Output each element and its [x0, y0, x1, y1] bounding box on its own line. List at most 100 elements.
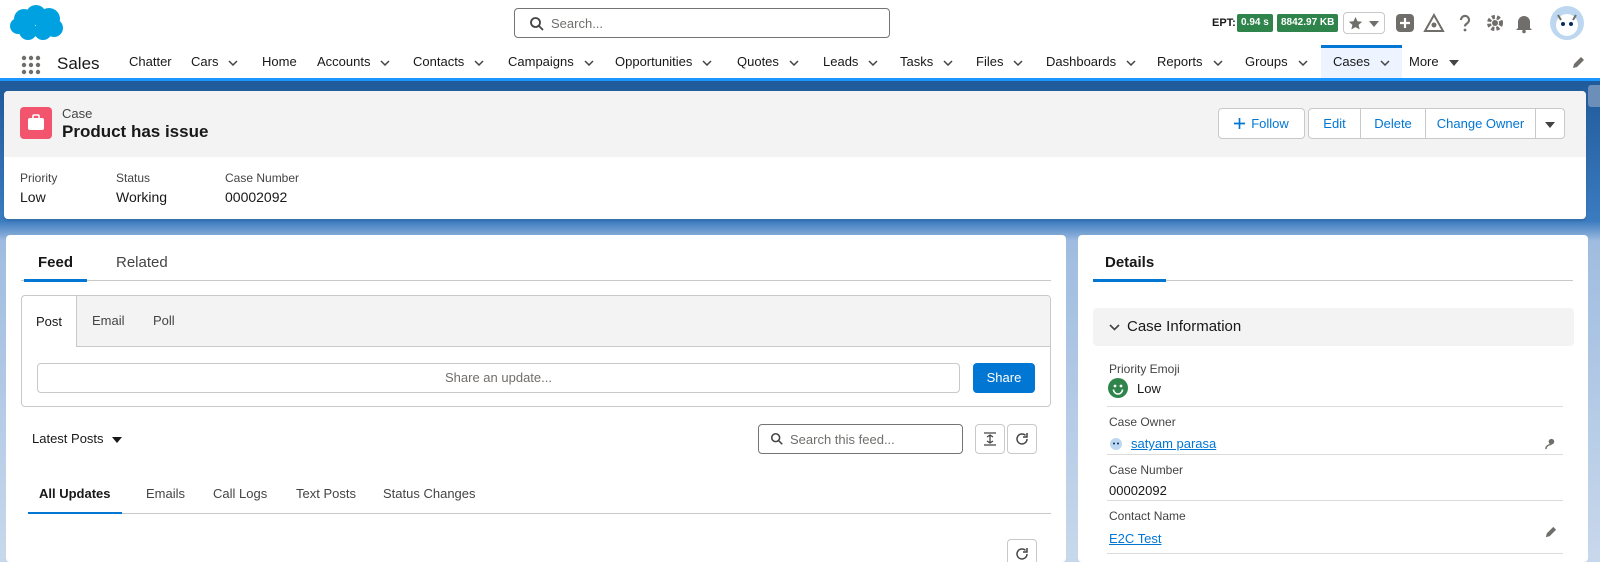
field-value: 00002092	[1109, 483, 1167, 498]
user-avatar[interactable]	[1550, 6, 1584, 40]
chevron-down-icon[interactable]	[584, 60, 594, 66]
refresh-feed-button[interactable]	[1007, 424, 1037, 454]
case-information-section-header[interactable]: Case Information	[1093, 308, 1574, 346]
search-icon	[530, 17, 544, 31]
help-icon[interactable]	[1454, 12, 1476, 34]
nav-item-label: Files	[976, 54, 1004, 69]
nav-item-files[interactable]: Files	[976, 45, 1023, 78]
global-search-input[interactable]: Search...	[514, 8, 890, 38]
field-label: Priority Emoji	[1109, 362, 1180, 376]
nav-item-label: More	[1409, 54, 1439, 69]
collapse-all-button[interactable]	[975, 424, 1005, 454]
publisher-tab-post[interactable]: Post	[22, 296, 77, 347]
filter-tab-call-logs[interactable]: Call Logs	[213, 486, 267, 501]
nav-item-contacts[interactable]: Contacts	[413, 45, 484, 78]
sort-latest-posts-dropdown[interactable]: Latest Posts	[32, 431, 122, 446]
app-name: Sales	[57, 54, 100, 73]
edit-nav-pencil-icon[interactable]	[1571, 56, 1585, 70]
case-object-icon	[20, 107, 52, 139]
edit-button[interactable]: Edit	[1308, 108, 1361, 139]
chevron-down-icon[interactable]	[1380, 60, 1390, 66]
gear-icon[interactable]	[1484, 12, 1506, 34]
nav-item-quotes[interactable]: Quotes	[737, 45, 799, 78]
app-launcher-icon[interactable]	[21, 55, 41, 75]
chevron-down-icon[interactable]	[943, 60, 953, 66]
nav-item-cars[interactable]: Cars	[191, 45, 238, 78]
follow-label: Follow	[1251, 116, 1289, 131]
caret-down-icon	[1545, 121, 1555, 128]
nav-item-groups[interactable]: Groups	[1245, 45, 1308, 78]
chevron-down-icon[interactable]	[868, 60, 878, 66]
favorites-group	[1343, 12, 1385, 34]
chevron-down-icon[interactable]	[380, 60, 391, 66]
chevron-down-icon[interactable]	[1126, 60, 1136, 66]
field-case-number: Case Number 00002092	[1107, 463, 1563, 501]
filter-tab-all-updates[interactable]: All Updates	[28, 486, 121, 514]
publisher-tab-email[interactable]: Email	[92, 313, 125, 328]
follow-button[interactable]: Follow	[1218, 108, 1305, 139]
nav-item-home[interactable]: Home	[262, 45, 297, 78]
ept-label: EPT:	[1212, 17, 1236, 29]
nav-item-label: Home	[262, 54, 297, 69]
nav-item-opportunities[interactable]: Opportunities	[615, 45, 712, 78]
chevron-down-icon[interactable]	[789, 60, 799, 66]
nav-item-chatter[interactable]: Chatter	[129, 45, 172, 78]
case-owner-link[interactable]: satyam parasa	[1131, 436, 1216, 451]
share-update-input[interactable]: Share an update...	[37, 363, 960, 393]
highlight-value: Working	[116, 189, 168, 205]
feed-search-input[interactable]: Search this feed...	[758, 424, 963, 454]
nav-item-dashboards[interactable]: Dashboards	[1046, 45, 1136, 78]
change-owner-button[interactable]: Change Owner	[1425, 108, 1536, 139]
tab-related[interactable]: Related	[116, 254, 168, 271]
field-priority-emoji: Priority Emoji Low	[1107, 362, 1563, 407]
briefcase-icon	[28, 114, 44, 130]
nav-item-accounts[interactable]: Accounts	[317, 45, 391, 78]
tab-details[interactable]: Details	[1092, 254, 1167, 282]
highlight-status: Status Working	[116, 171, 167, 205]
utility-side-tab[interactable]	[1588, 85, 1600, 107]
chevron-down-icon[interactable]	[1298, 60, 1308, 66]
chevron-down-icon[interactable]	[1013, 60, 1023, 66]
section-title: Case Information	[1127, 318, 1242, 335]
global-actions-icon[interactable]	[1394, 12, 1416, 34]
star-icon[interactable]	[1348, 16, 1363, 31]
filter-tab-emails[interactable]: Emails	[146, 486, 185, 501]
details-tabbar: Details	[1092, 249, 1573, 282]
more-actions-button[interactable]	[1535, 108, 1565, 139]
nav-item-reports[interactable]: Reports	[1157, 45, 1223, 78]
chevron-down-icon[interactable]	[474, 60, 484, 66]
publisher-tab-poll[interactable]: Poll	[153, 313, 175, 328]
nav-item-label: Accounts	[317, 54, 371, 69]
highlight-label: Status	[116, 171, 151, 185]
share-button[interactable]: Share	[973, 363, 1035, 393]
chevron-down-icon[interactable]	[702, 60, 712, 66]
filter-tab-status-changes[interactable]: Status Changes	[383, 486, 476, 501]
tab-feed[interactable]: Feed	[23, 254, 88, 282]
delete-button[interactable]: Delete	[1360, 108, 1426, 139]
notifications-bell-icon[interactable]	[1513, 12, 1535, 34]
chevron-down-icon[interactable]	[1369, 21, 1379, 27]
record-highlights-panel: Case Product has issue Follow Edit Delet…	[4, 91, 1586, 219]
nav-item-campaigns[interactable]: Campaigns	[508, 45, 594, 78]
ept-time-badge: 0.94 s	[1237, 14, 1273, 32]
change-owner-label: Change Owner	[1436, 116, 1525, 131]
ept-size-badge: 8842.97 KB	[1277, 14, 1339, 32]
refresh-updates-button[interactable]	[1007, 539, 1037, 562]
nav-item-label: Groups	[1245, 54, 1288, 69]
nav-item-more[interactable]: More	[1409, 45, 1459, 78]
record-title: Product has issue	[62, 122, 209, 141]
chevron-down-icon[interactable]	[228, 60, 238, 66]
nav-item-cases[interactable]: Cases	[1321, 45, 1402, 78]
edit-pencil-icon[interactable]	[1544, 526, 1557, 539]
change-owner-icon[interactable]	[1544, 437, 1557, 450]
chevron-down-icon[interactable]	[1213, 60, 1223, 66]
highlight-priority: Priority Low	[20, 171, 57, 205]
contact-name-link[interactable]: E2C Test	[1109, 531, 1162, 546]
nav-item-leads[interactable]: Leads	[823, 45, 878, 78]
caret-down-icon[interactable]	[1448, 59, 1459, 66]
salesforce-cloud-logo[interactable]	[8, 4, 64, 42]
trailhead-icon[interactable]	[1423, 12, 1445, 34]
field-label: Contact Name	[1109, 509, 1186, 523]
filter-tab-text-posts[interactable]: Text Posts	[296, 486, 356, 501]
nav-item-tasks[interactable]: Tasks	[900, 45, 953, 78]
